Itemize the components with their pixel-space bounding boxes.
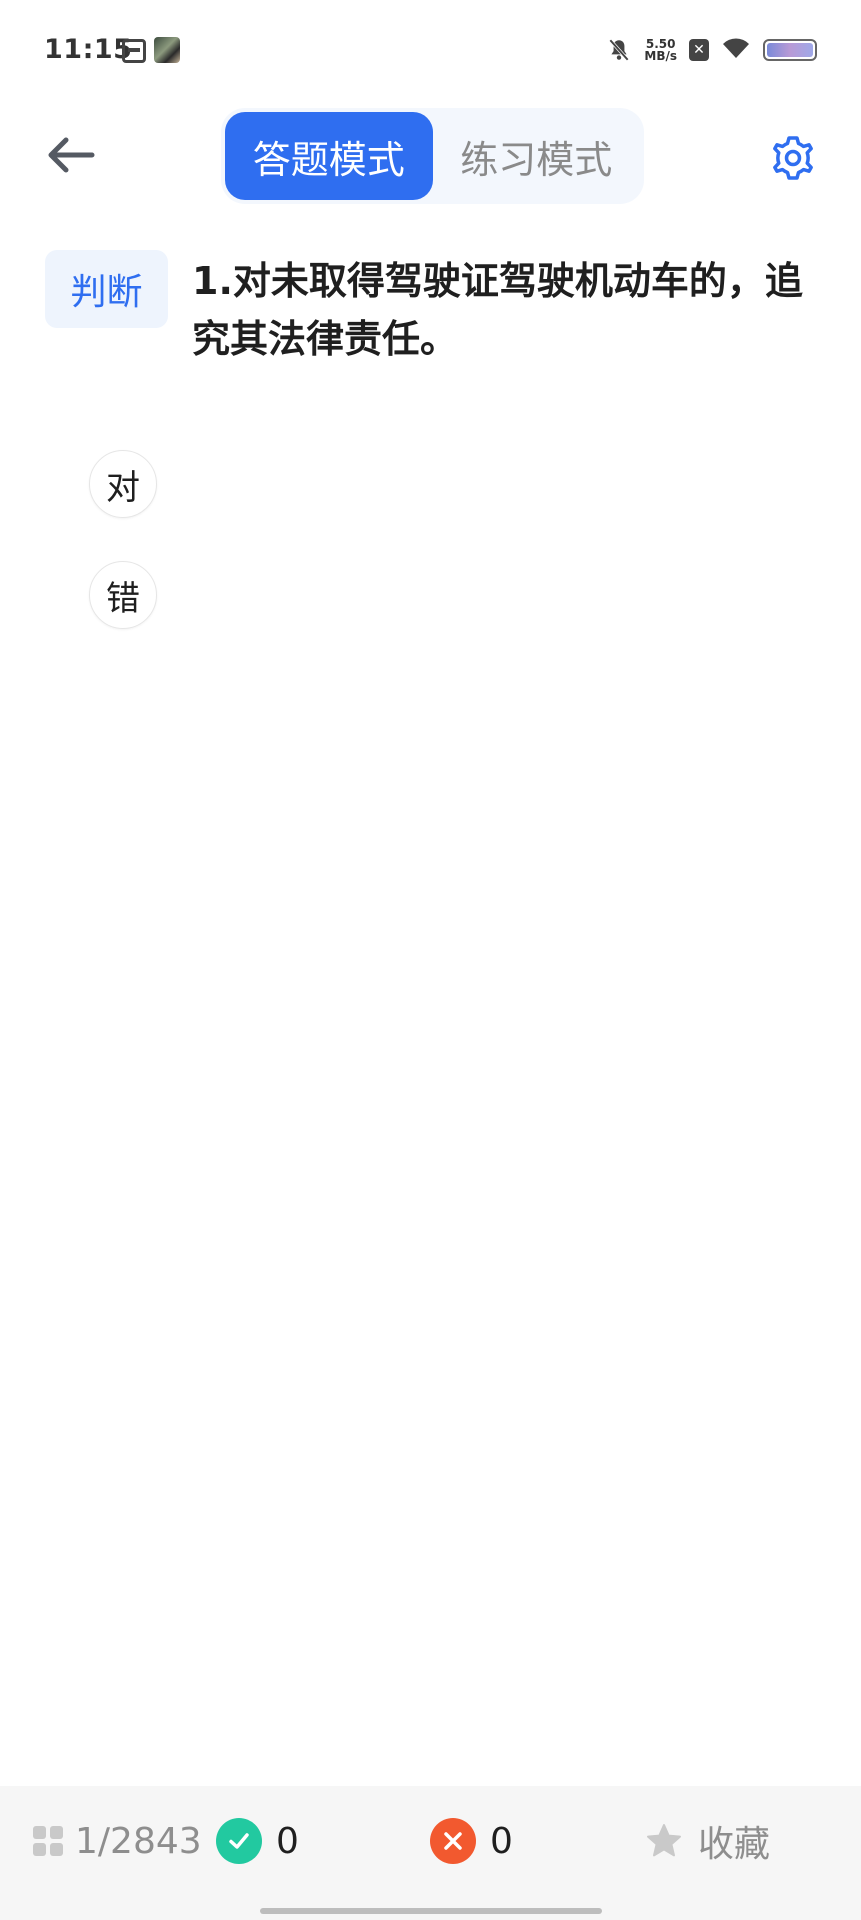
app-avatar-icon [154, 37, 180, 63]
mode-switch: 答题模式 练习模式 [221, 108, 644, 204]
option-true[interactable]: 对 [89, 450, 157, 518]
favorite-button[interactable]: 收藏 [644, 1816, 770, 1866]
option-false[interactable]: 错 [89, 561, 157, 629]
net-speed-unit: MB/s [644, 49, 677, 63]
grid-icon [33, 1826, 63, 1856]
x-circle-icon [430, 1818, 476, 1864]
notification-icon [122, 39, 146, 63]
question-text: 1.对未取得驾驶证驾驶机动车的，追究其法律责任。 [192, 259, 803, 361]
question-progress: 1/2843 [75, 1820, 202, 1862]
home-indicator[interactable] [260, 1908, 602, 1914]
gear-icon [773, 136, 813, 180]
arrow-left-icon [48, 137, 95, 173]
bottom-bar: 1/2843 0 0 收藏 [0, 1786, 861, 1920]
correct-counter: 0 [216, 1816, 299, 1866]
star-icon [647, 1824, 681, 1857]
correct-count: 0 [276, 1820, 299, 1862]
bell-off-icon [606, 37, 632, 63]
back-button[interactable] [40, 130, 100, 180]
check-circle-icon [216, 1818, 262, 1864]
status-bar: 11:15 5.50 MB/s ✕ [0, 0, 861, 100]
wifi-icon [721, 36, 751, 64]
x-badge-icon: ✕ [689, 39, 709, 61]
tab-answer-mode[interactable]: 答题模式 [225, 112, 433, 200]
question-type-tag: 判断 [45, 250, 168, 328]
battery-icon [763, 39, 817, 61]
question-progress-button[interactable]: 1/2843 [33, 1816, 202, 1866]
wrong-count: 0 [490, 1820, 513, 1862]
favorite-label: 收藏 [698, 1824, 771, 1865]
status-time: 11:15 [44, 34, 133, 65]
wrong-counter: 0 [430, 1816, 513, 1866]
status-right-cluster: 5.50 MB/s ✕ [606, 34, 817, 66]
tab-practice-mode[interactable]: 练习模式 [433, 112, 641, 200]
settings-button[interactable] [768, 133, 818, 183]
network-speed: 5.50 MB/s [644, 38, 677, 62]
